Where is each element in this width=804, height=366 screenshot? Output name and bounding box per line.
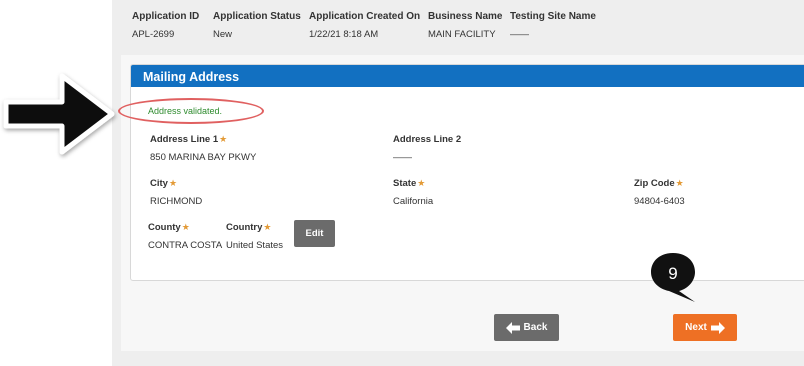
next-button-label: Next: [685, 322, 707, 333]
field-value: United States: [226, 240, 284, 251]
header-value: MAIN FACILITY: [428, 29, 496, 40]
field-label: State: [393, 178, 417, 189]
field-address-line-1: Address Line 1★ 850 MARINA BAY PKWY: [150, 134, 256, 163]
field-label: Address Line 1: [150, 134, 219, 145]
field-label: County: [148, 222, 181, 233]
field-country: Country★ United States: [226, 222, 283, 251]
field-value: California: [393, 196, 434, 207]
step-number: 9: [668, 264, 678, 283]
field-value: CONTRA COSTA: [148, 240, 223, 251]
field-county: County★ CONTRA COSTA: [148, 222, 222, 251]
field-value: 850 MARINA BAY PKWY: [150, 152, 257, 163]
next-button[interactable]: Next: [673, 314, 737, 341]
field-label: Zip Code: [634, 178, 675, 189]
back-button[interactable]: Back: [494, 314, 559, 341]
back-button-label: Back: [523, 322, 548, 333]
field-zip-code: Zip Code★ 94804-6403: [634, 178, 685, 207]
header-col-testing-site: Testing Site Name ——: [510, 11, 596, 40]
header-value: ——: [510, 29, 529, 40]
header-label: Application ID: [132, 11, 200, 22]
header-col-application-status: Application Status New: [213, 11, 301, 40]
card-title: Mailing Address: [131, 65, 804, 87]
header-value: New: [213, 29, 233, 40]
required-star-icon: ★: [417, 178, 426, 188]
header-label: Application Created On: [309, 11, 421, 22]
field-value: RICHMOND: [150, 196, 203, 207]
field-value: ——: [393, 152, 412, 163]
application-summary-header: Application ID APL-2699 Application Stat…: [112, 0, 804, 60]
required-star-icon: ★: [675, 178, 684, 188]
header-label: Business Name: [428, 11, 503, 22]
arrow-left-icon: [505, 321, 520, 334]
header-value: APL-2699: [132, 29, 175, 40]
header-label: Testing Site Name: [510, 11, 596, 22]
header-label: Application Status: [213, 11, 301, 22]
required-star-icon: ★: [168, 178, 178, 188]
arrow-right-icon: [710, 321, 725, 334]
field-city: City★ RICHMOND: [150, 178, 202, 207]
field-label: Address Line 2: [393, 134, 462, 145]
header-col-created-on: Application Created On 1/22/21 8:18 AM: [309, 11, 420, 40]
edit-address-button[interactable]: Edit: [294, 220, 335, 247]
header-value: 1/22/21 8:18 AM: [309, 29, 379, 40]
field-value: 94804-6403: [634, 196, 685, 207]
header-col-application-id: Application ID APL-2699: [132, 11, 199, 40]
pointer-arrow-annotation: [3, 73, 115, 155]
field-address-line-2: Address Line 2 ——: [393, 134, 461, 163]
highlight-oval-annotation: [118, 98, 264, 124]
required-star-icon: ★: [181, 222, 190, 232]
required-star-icon: ★: [219, 134, 228, 144]
field-label: Country: [226, 222, 263, 233]
header-col-business-name: Business Name MAIN FACILITY: [428, 11, 502, 40]
required-star-icon: ★: [263, 222, 272, 232]
field-state: State★ California: [393, 178, 433, 207]
field-label: City: [150, 178, 168, 189]
